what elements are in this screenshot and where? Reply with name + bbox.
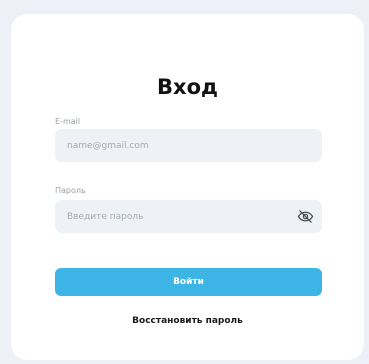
password-field-wrapper xyxy=(55,200,322,233)
restore-password-link[interactable]: Восстановить пароль xyxy=(11,315,364,327)
login-card: Вход E-mail Пароль Войти Восстановить па… xyxy=(11,14,364,360)
email-field-wrapper xyxy=(55,129,322,162)
login-button[interactable]: Войти xyxy=(55,268,322,296)
password-field[interactable] xyxy=(55,200,322,233)
email-field[interactable] xyxy=(55,129,322,162)
page-title: Вход xyxy=(157,75,218,99)
email-label: E-mail xyxy=(55,117,81,126)
password-label: Пароль xyxy=(55,186,86,195)
eye-slash-icon[interactable] xyxy=(297,208,314,225)
